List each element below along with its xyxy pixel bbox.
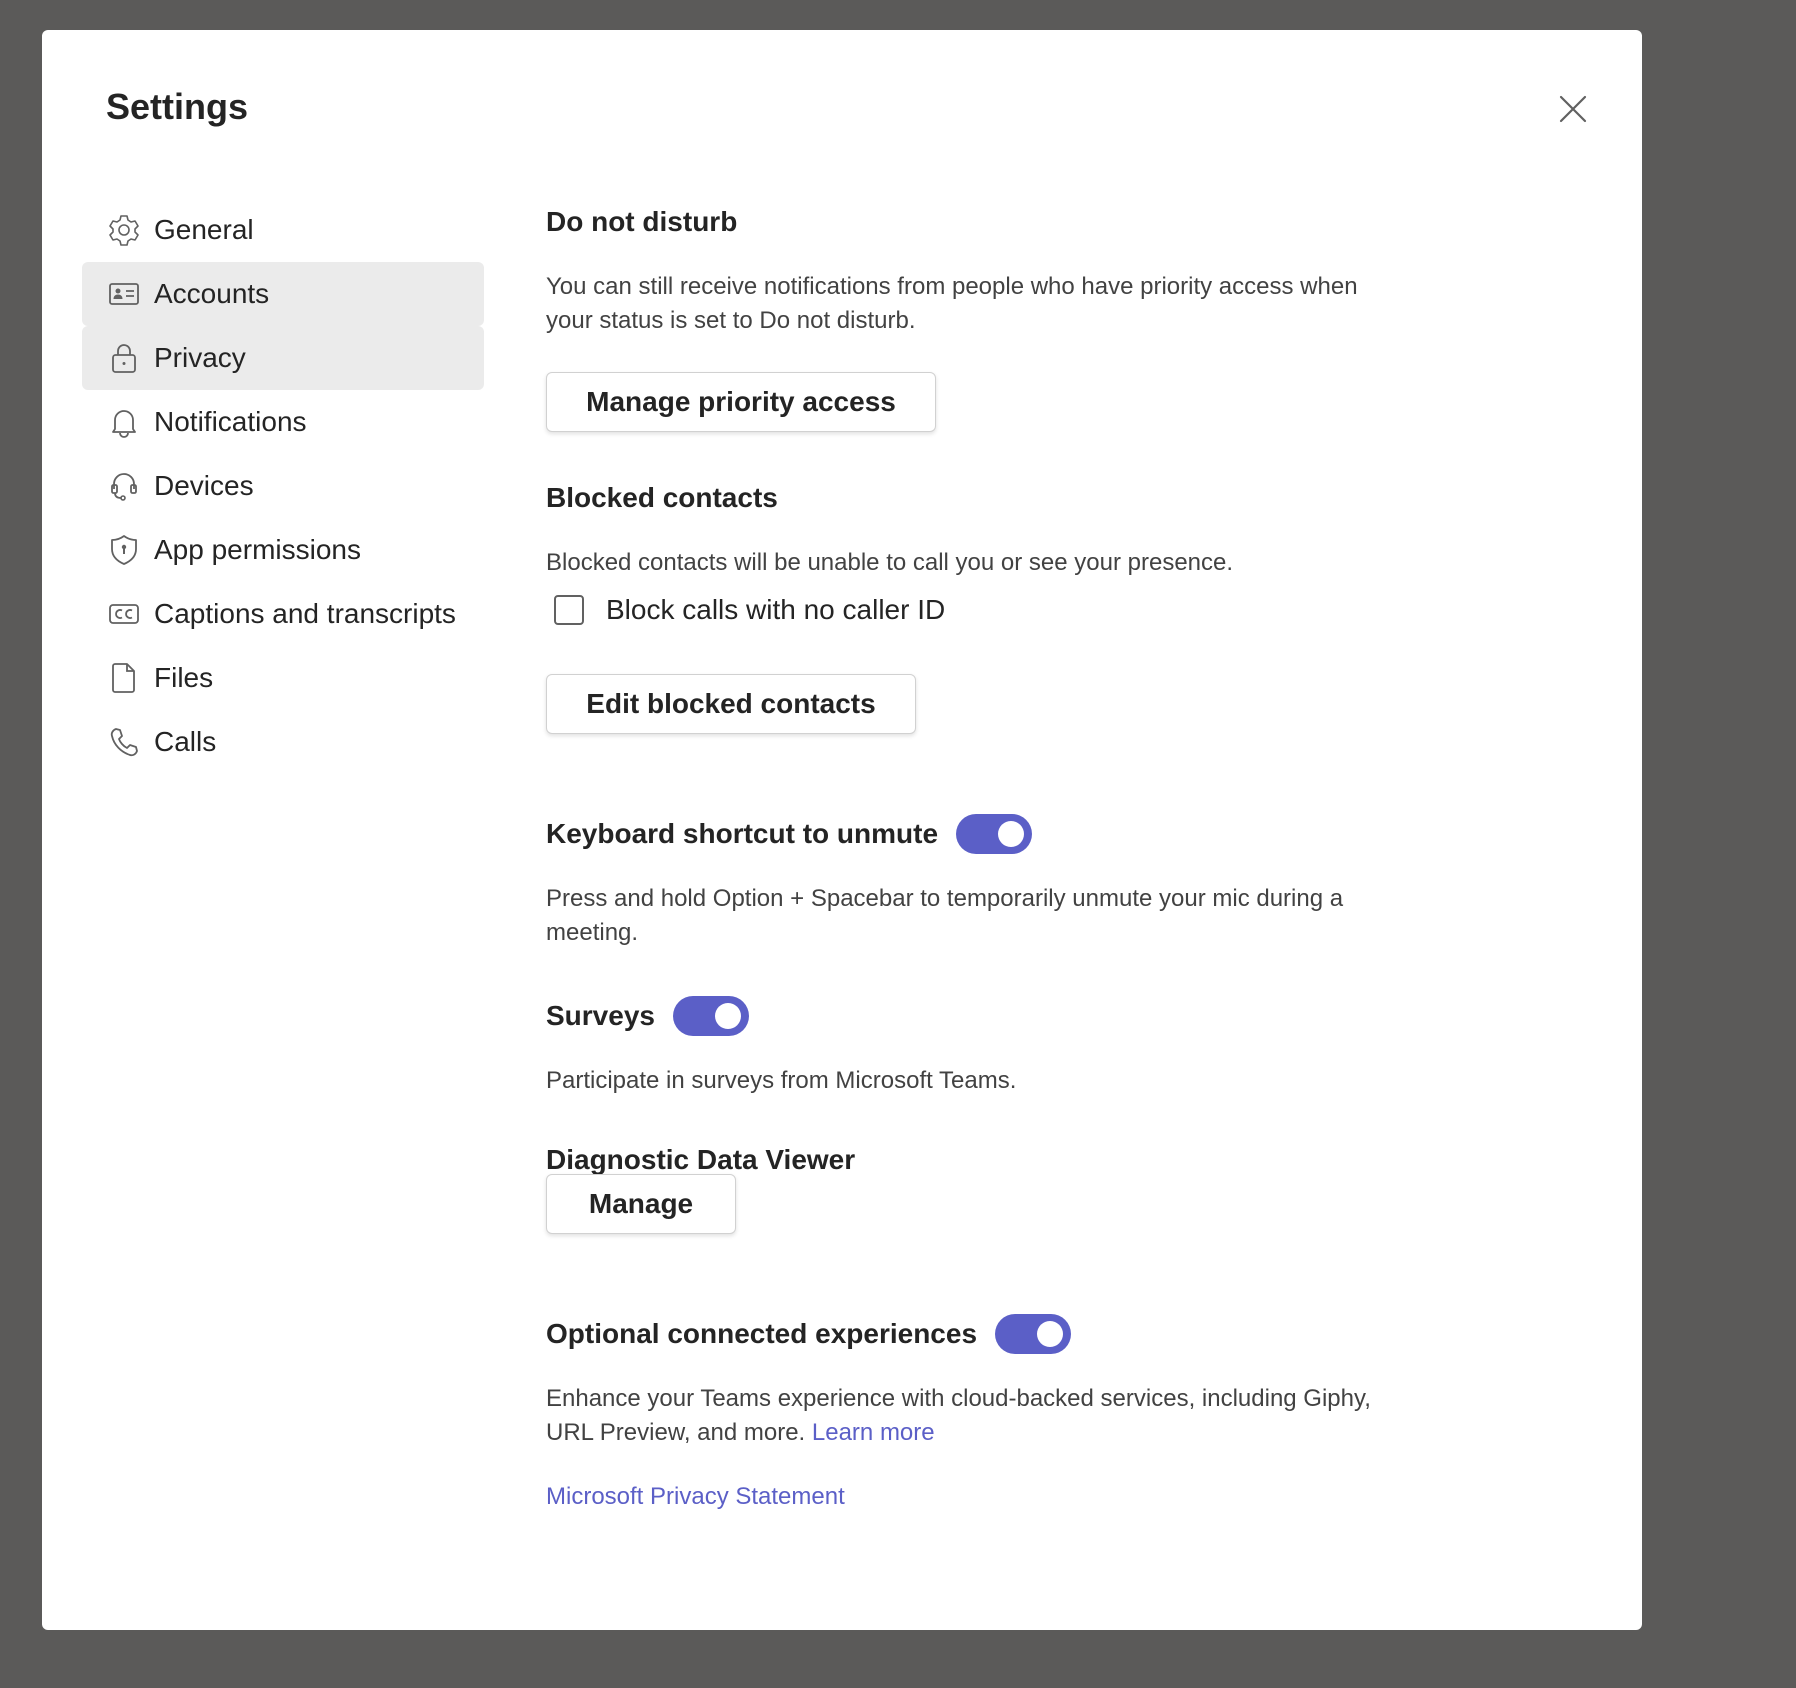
sidebar-item-label: Notifications [154,406,307,437]
sidebar-item-privacy[interactable]: Privacy [82,326,484,390]
sidebar-item-captions[interactable]: Captions and transcripts [82,582,484,646]
connected-description-text: Enhance your Teams experience with cloud… [546,1385,1371,1446]
edit-blocked-contacts-button[interactable]: Edit blocked contacts [546,674,916,734]
sidebar-item-label: App permissions [154,534,361,565]
manage-priority-access-button[interactable]: Manage priority access [546,372,936,432]
diagnostic-manage-button[interactable]: Manage [546,1174,736,1234]
connected-experiences-toggle[interactable] [995,1314,1072,1354]
surveys-row: Surveys [546,996,749,1036]
sidebar-item-calls[interactable]: Calls [82,710,484,774]
sidebar-item-label: Accounts [154,278,270,309]
sidebar-item-app-permissions[interactable]: App permissions [82,518,484,582]
keyboard-shortcut-row: Keyboard shortcut to unmute [546,814,1033,854]
surveys-toggle[interactable] [672,996,749,1036]
sidebar-item-files[interactable]: Files [82,646,484,710]
connected-experiences-row: Optional connected experiences [546,1314,1072,1354]
close-icon [1559,95,1587,123]
document-icon [106,660,142,696]
shield-icon [106,532,142,568]
dnd-description: You can still receive notifications from… [546,273,1358,334]
settings-dialog: Settings General Accounts Privacy Notifi… [42,30,1642,1630]
sidebar-item-general[interactable]: General [82,198,484,262]
gear-icon [106,212,142,248]
block-no-caller-id-checkbox[interactable] [554,595,584,625]
phone-icon [106,724,142,760]
id-card-icon [106,276,142,312]
learn-more-link[interactable]: Learn more [812,1419,935,1446]
closed-captions-icon [106,596,142,632]
surveys-description: Participate in surveys from Microsoft Te… [546,1067,1017,1094]
sidebar-item-accounts[interactable]: Accounts [82,262,484,326]
dialog-title: Settings [106,86,249,127]
sidebar-item-label: Files [154,662,214,693]
connected-experiences-description: Enhance your Teams experience with cloud… [546,1382,1386,1450]
settings-sidebar: General Accounts Privacy Notifications D… [82,198,484,774]
keyboard-shortcut-heading: Keyboard shortcut to unmute [546,818,939,849]
checkbox-label[interactable]: Block calls with no caller ID [606,594,945,626]
sidebar-item-label: Calls [154,726,217,757]
diagnostic-heading: Diagnostic Data Viewer [546,1144,856,1175]
privacy-statement-link[interactable]: Microsoft Privacy Statement [546,1480,845,1514]
keyboard-shortcut-toggle[interactable] [956,814,1033,854]
close-button[interactable] [1556,92,1590,126]
lock-icon [106,340,142,376]
blocked-contacts-description: Blocked contacts will be unable to call … [546,549,1234,576]
sidebar-item-devices[interactable]: Devices [82,454,484,518]
connected-experiences-heading: Optional connected experiences [546,1318,978,1349]
sidebar-item-notifications[interactable]: Notifications [82,390,484,454]
sidebar-item-label: Devices [154,470,254,501]
headset-icon [106,468,142,504]
sidebar-item-label: Privacy [154,342,246,373]
surveys-heading: Surveys [546,1000,655,1031]
bell-icon [106,404,142,440]
sidebar-item-label: Captions and transcripts [154,598,456,629]
dnd-heading: Do not disturb [546,206,738,237]
keyboard-shortcut-description: Press and hold Option + Spacebar to temp… [546,885,1344,946]
block-no-caller-id-option: Block calls with no caller ID [554,594,945,626]
sidebar-item-label: General [154,214,254,245]
blocked-contacts-heading: Blocked contacts [546,482,778,513]
